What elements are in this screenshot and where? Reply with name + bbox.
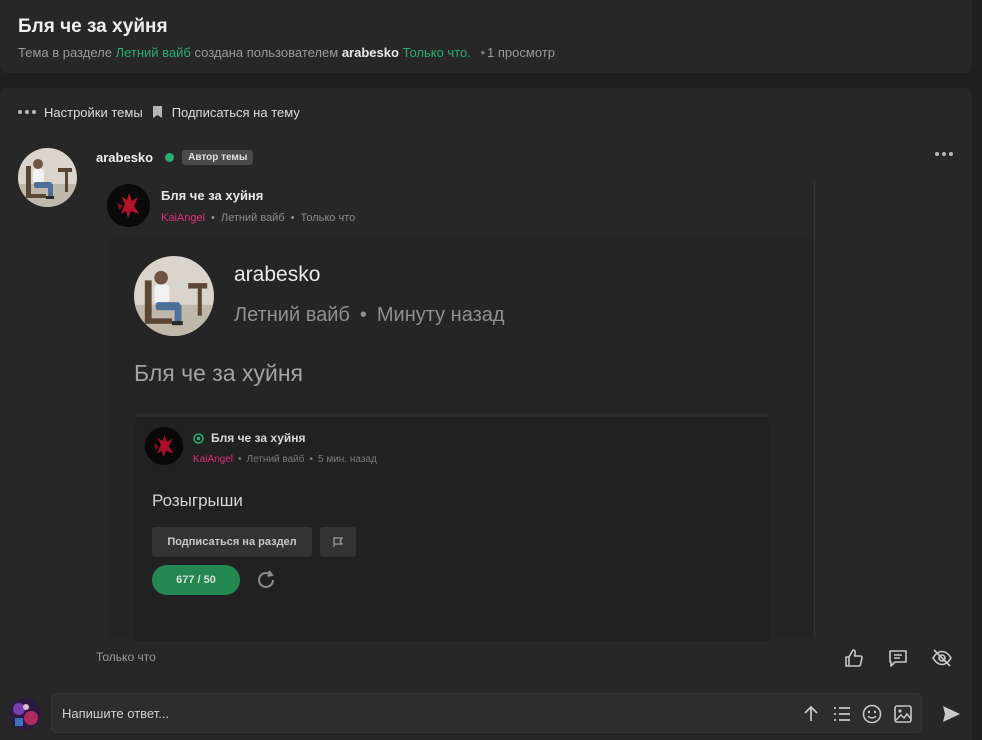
post-time[interactable]: Только что (96, 650, 156, 664)
reply-placeholder: Напишите ответ... (62, 706, 170, 721)
flag-icon (333, 537, 344, 547)
inner-username: KaiAngel (193, 454, 234, 465)
thread-author-link[interactable]: arabesko (342, 45, 399, 60)
thread-created-time[interactable]: Только что. (403, 45, 471, 60)
bookmark-icon[interactable] (152, 106, 162, 118)
post-menu-icon[interactable] (935, 152, 953, 156)
more-dots-icon[interactable] (18, 110, 36, 114)
screenshot-title: Бля че за хуйня (134, 360, 303, 386)
inner-section: Летний вайб (246, 454, 305, 465)
meta-separator: • (238, 454, 242, 465)
hide-eye-icon[interactable] (931, 647, 953, 669)
thread-section-link[interactable]: Летний вайб (116, 45, 191, 60)
send-icon[interactable] (940, 703, 962, 725)
meta-separator: • (290, 212, 295, 224)
quote-section[interactable]: Летний вайб (221, 212, 285, 224)
meta-separator: • (480, 45, 486, 60)
meta-separator: • (309, 454, 313, 465)
screenshot-meta: Летний вайб • Минуту назад (234, 304, 505, 327)
inner-time: 5 мин. назад (317, 454, 377, 465)
embedded-screenshot[interactable]: arabesko Летний вайб • Минуту назад Бля че… (108, 238, 814, 641)
meta-separator: • (359, 304, 367, 326)
target-icon (193, 432, 204, 444)
list-icon[interactable] (831, 703, 853, 725)
quote-meta: KaiAngel • Летний вайб • Только что (161, 212, 355, 224)
participants-counter: 677 / 50 (152, 565, 240, 595)
kaiangel-avatar[interactable] (107, 184, 150, 227)
inner-title: Бля че за хуйня (211, 431, 306, 445)
reply-quote-icon[interactable] (887, 647, 909, 669)
emoji-icon[interactable] (861, 703, 883, 725)
thread-toolbar: Настройки темы Подписаться на тему (18, 104, 300, 120)
inner-meta: KaiAngel • Летний вайб • 5 мин. назад (193, 454, 377, 465)
subscribe-thread-link[interactable]: Подписаться на тему (172, 105, 300, 120)
content-divider (814, 180, 815, 638)
inner-subscribe-button: Подписаться на раздел (152, 527, 312, 557)
thread-meta-middle: создана пользователем (194, 45, 339, 60)
upload-arrow-icon[interactable] (800, 703, 822, 725)
like-icon[interactable] (843, 647, 865, 669)
post-container: Настройки темы Подписаться на тему arabe… (0, 88, 972, 740)
online-status-icon (165, 153, 175, 162)
inner-title-row: Бля че за хуйня (193, 431, 306, 445)
screenshot-time: Минуту назад (376, 304, 505, 326)
thread-header: Бля че за хуйня Тема в разделе Летний ва… (0, 0, 972, 73)
quote-title[interactable]: Бля че за хуйня (161, 188, 263, 203)
thread-meta: Тема в разделе Летний вайб создана польз… (18, 45, 555, 60)
screenshot-section: Летний вайб (234, 304, 350, 326)
image-icon[interactable] (892, 703, 914, 725)
current-user-avatar[interactable] (9, 698, 41, 730)
author-badge: Автор темы (182, 150, 254, 165)
reply-input[interactable]: Напишите ответ... (51, 693, 922, 733)
post-author-name[interactable]: arabesko (96, 150, 153, 165)
screenshot-inner-card: Бля че за хуйня KaiAngel • Летний вайб • 5 м… (135, 414, 769, 641)
thread-settings-link[interactable]: Настройки темы (44, 105, 143, 120)
thread-title: Бля че за хуйня (18, 16, 168, 37)
refresh-icon (258, 570, 274, 588)
screenshot-author: arabesko (234, 263, 321, 286)
screenshot-author-avatar (134, 256, 214, 336)
meta-separator: • (211, 212, 215, 224)
inner-heading: Розыгрыши (152, 491, 243, 510)
inner-flag-button (320, 527, 356, 557)
thread-views: 1 просмотр (487, 45, 555, 60)
quote-username[interactable]: KaiAngel (161, 212, 205, 224)
inner-kaiangel-avatar (145, 427, 183, 465)
thread-meta-prefix: Тема в разделе (18, 45, 112, 60)
post-author-line: arabesko Автор темы (96, 150, 254, 165)
quote-time: Только что (300, 212, 356, 224)
reply-bar: Напишите ответ... (0, 688, 982, 740)
post-author-avatar[interactable] (18, 148, 77, 207)
